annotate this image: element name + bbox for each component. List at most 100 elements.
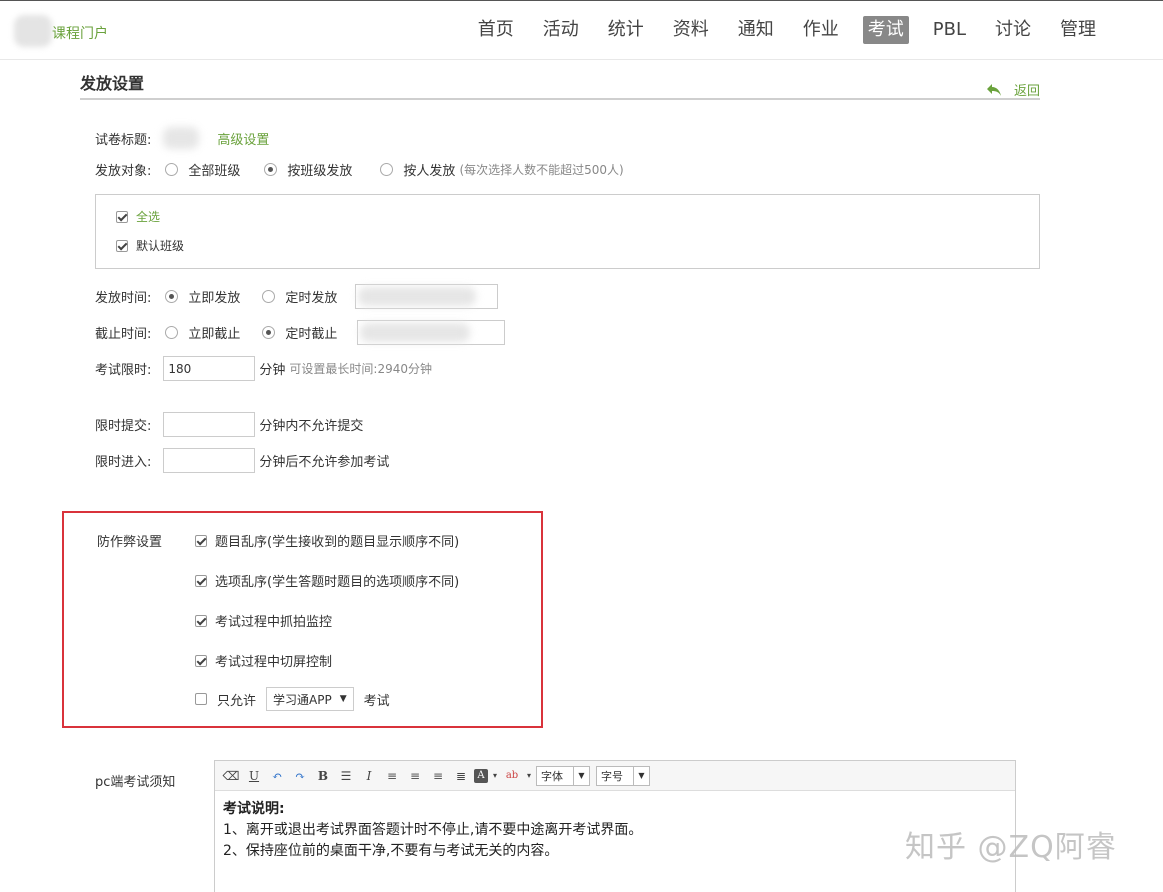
paper-title-row: 试卷标题: 高级设置 [95,127,269,149]
notice-heading: 考试说明: [223,801,285,817]
back-arrow-icon [986,83,1001,96]
underline-icon[interactable]: U [244,766,264,786]
time-limit-hint: 可设置最长时间:2940分钟 [289,362,432,376]
course-portal-link[interactable]: 课程门户 [52,23,108,43]
select-all-row: 全选 [116,208,160,225]
font-color-dropdown-icon[interactable]: ▾ [491,766,499,786]
font-size-label: 字号 [601,769,623,783]
main-nav: 首页 活动 统计 资料 通知 作业 考试 PBL 讨论 管理 [454,16,1101,44]
release-now-radio[interactable] [165,290,179,303]
eraser-icon[interactable]: ⌫ [221,766,241,786]
class-selection-box: 全选 默认班级 [95,194,1040,269]
release-scheduled-radio[interactable] [262,290,276,303]
align-right-icon[interactable]: ≡ [428,766,448,786]
redo-icon[interactable]: ↷ [290,766,310,786]
editor-toolbar: ⌫ U ↶ ↷ B ☰ I ≡ ≡ ≡ ≣ A ▾ ab ▾ 字体 ▼ 字号 ▼ [215,761,1015,791]
shuffle-options-checkbox[interactable] [195,574,207,587]
nav-notice[interactable]: 通知 [733,16,779,44]
target-all-radio[interactable] [165,163,179,176]
deadline-scheduled-label: 定时截止 [285,327,338,342]
default-class-row: 默认班级 [116,237,184,254]
shuffle-questions-row: 题目乱序(学生接收到的题目显示顺序不同) [195,531,459,550]
select-all-checkbox[interactable] [116,210,128,223]
nav-pbl[interactable]: PBL [928,16,971,44]
nav-exam[interactable]: 考试 [862,16,909,44]
nav-home[interactable]: 首页 [473,16,519,44]
snapshot-monitor-checkbox[interactable] [195,614,207,627]
font-family-label: 字体 [541,769,563,783]
notice-line-2: 2、保持座位前的桌面干净,不要有与考试无关的内容。 [223,843,559,859]
target-hint: (每次选择人数不能超过500人) [459,163,624,177]
enter-limit-suffix: 分钟后不允许参加考试 [259,455,390,470]
default-class-checkbox[interactable] [116,239,128,252]
editor-content[interactable]: 考试说明: 1、离开或退出考试界面答题计时不停止,请不要中途离开考试界面。 2、… [215,791,1015,870]
paper-title-label: 试卷标题: [95,132,152,148]
highlight-dropdown-icon[interactable]: ▾ [525,766,533,786]
nav-manage[interactable]: 管理 [1055,16,1101,44]
nav-homework[interactable]: 作业 [798,16,844,44]
paper-title-value [163,127,200,149]
time-limit-input[interactable] [163,356,256,381]
align-left-icon[interactable]: ≡ [382,766,402,786]
only-allow-suffix: 考试 [363,693,390,709]
course-logo [14,15,52,47]
release-now-label: 立即发放 [188,291,241,306]
advanced-settings-link[interactable]: 高级设置 [217,129,269,148]
font-size-select[interactable]: 字号 ▼ [596,765,650,786]
shuffle-options-row: 选项乱序(学生答题时题目的选项顺序不同) [195,571,459,590]
target-class-radio[interactable] [264,163,278,176]
shuffle-questions-checkbox[interactable] [195,534,207,547]
back-button[interactable]: 返回 [986,80,1040,99]
submit-limit-label: 限时提交: [95,419,152,434]
deadline-scheduled-radio[interactable] [262,326,276,339]
bold-icon[interactable]: B [313,766,333,786]
only-allow-select[interactable]: 学习通APP ▼ [266,687,354,711]
nav-stats[interactable]: 统计 [603,16,649,44]
italic-icon[interactable]: I [359,766,379,786]
enter-limit-label: 限时进入: [95,455,152,470]
nav-materials[interactable]: 资料 [668,16,714,44]
top-bar: 课程门户 首页 活动 统计 资料 通知 作业 考试 PBL 讨论 管理 [0,0,1163,60]
anti-cheat-label: 防作弊设置 [97,535,163,550]
font-color-icon[interactable]: A [474,768,488,783]
font-family-dropdown-icon: ▼ [573,766,589,785]
switch-screen-label: 考试过程中切屏控制 [215,655,333,670]
deadline-time-input[interactable] [357,320,506,345]
submit-limit-suffix: 分钟内不允许提交 [259,419,364,434]
only-allow-select-value: 学习通APP [273,692,332,707]
only-allow-checkbox[interactable] [195,693,207,705]
target-class-label: 按班级发放 [287,164,353,179]
undo-icon[interactable]: ↶ [267,766,287,786]
only-allow-row: 只允许 学习通APP ▼ 考试 [195,687,390,711]
snapshot-monitor-row: 考试过程中抓拍监控 [195,611,332,630]
page-title: 发放设置 [80,74,145,93]
nav-activity[interactable]: 活动 [538,16,584,44]
align-center-icon[interactable]: ≡ [405,766,425,786]
switch-screen-checkbox[interactable] [195,654,207,667]
release-time-input[interactable] [355,284,499,309]
title-divider [80,98,1040,100]
target-label: 发放对象: [95,164,152,179]
deadline-now-radio[interactable] [165,326,179,339]
time-limit-unit: 分钟 [259,363,286,378]
target-person-radio[interactable] [380,163,394,176]
watermark: 知乎 @ZQ阿睿 [905,830,1117,865]
shuffle-options-label: 选项乱序(学生答题时题目的选项顺序不同) [215,575,460,590]
time-limit-row: 考试限时: 分钟 可设置最长时间:2940分钟 [95,356,432,381]
highlight-icon[interactable]: ab [502,766,522,786]
target-row: 发放对象: 全部班级 按班级发放 按人发放 (每次选择人数不能超过500人) [95,160,624,179]
submit-limit-row: 限时提交: 分钟内不允许提交 [95,412,363,437]
back-label: 返回 [1013,84,1040,99]
target-person-label: 按人发放 [403,164,456,179]
align-justify-icon[interactable]: ≣ [451,766,471,786]
submit-limit-input[interactable] [163,412,256,437]
switch-screen-row: 考试过程中切屏控制 [195,651,332,670]
time-limit-label: 考试限时: [95,363,152,378]
font-family-select[interactable]: 字体 ▼ [536,765,590,786]
enter-limit-input[interactable] [163,448,256,473]
notice-line-1: 1、离开或退出考试界面答题计时不停止,请不要中途离开考试界面。 [223,822,643,838]
notice-editor: ⌫ U ↶ ↷ B ☰ I ≡ ≡ ≡ ≣ A ▾ ab ▾ 字体 ▼ 字号 ▼… [214,760,1016,892]
nav-discussion[interactable]: 讨论 [990,16,1036,44]
format-block-icon[interactable]: ☰ [336,766,356,786]
snapshot-monitor-label: 考试过程中抓拍监控 [215,615,333,630]
